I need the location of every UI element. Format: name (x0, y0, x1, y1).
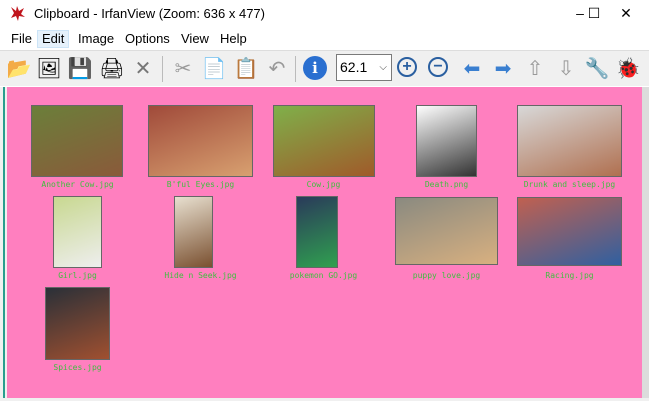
thumbnail-label[interactable]: puppy love.jpg (385, 271, 508, 280)
cut-icon[interactable]: ✂ (170, 55, 196, 81)
thumbnail-image[interactable] (273, 105, 375, 177)
thumbnail-image[interactable] (296, 196, 338, 268)
menu-options[interactable]: Options (121, 30, 174, 48)
thumbnail-image[interactable] (416, 105, 477, 177)
save-icon[interactable]: 💾 (67, 55, 93, 81)
zoom-level-value: 62.1 (340, 59, 368, 75)
zoom-level-select[interactable]: 62.1 ⌵ (336, 54, 392, 81)
window-title: Clipboard - IrfanView (Zoom: 636 x 477) (34, 6, 265, 21)
irfanview-about-icon[interactable]: 🐞 (615, 55, 641, 81)
previous-image-icon[interactable]: ⬅ (459, 55, 485, 81)
thumbnail-label[interactable]: Hide n Seek.jpg (139, 271, 262, 280)
thumbnail-image[interactable] (517, 105, 622, 177)
move-down-icon[interactable]: ⇩ (553, 55, 579, 81)
info-icon[interactable]: i (303, 56, 327, 80)
irfanview-app-icon (11, 6, 25, 21)
vertical-scrollbar[interactable] (642, 87, 649, 401)
thumbnail-label[interactable]: Cow.jpg (262, 180, 385, 189)
thumbnail-image[interactable] (517, 197, 622, 266)
thumbnail-image[interactable] (174, 196, 213, 268)
chevron-down-icon: ⌵ (379, 62, 387, 73)
thumbnail-image[interactable] (148, 105, 253, 177)
move-up-icon[interactable]: ⇧ (522, 55, 548, 81)
thumbnail-image[interactable] (395, 197, 498, 265)
delete-icon[interactable]: ✕ (130, 55, 156, 81)
thumbnail-image[interactable] (45, 287, 110, 360)
menu-edit[interactable]: Edit (37, 30, 70, 48)
toolbar: 📂 🖼 💾 🖨 ✕ ✂ 📄 📋 ↶ i 62.1 ⌵ + − ⬅ ➡ ⇧ ⇩ 🔧 … (0, 50, 649, 86)
print-icon[interactable]: 🖨 (99, 55, 125, 81)
menu-file[interactable]: File (7, 30, 36, 48)
menu-bar: File Edit Image Options View Help (0, 29, 649, 49)
undo-icon[interactable]: ↶ (264, 55, 290, 81)
toolbar-separator (162, 56, 163, 82)
thumbnail-image[interactable] (53, 196, 102, 268)
thumbnail-label[interactable]: B'ful Eyes.jpg (139, 180, 262, 189)
thumbnail-label[interactable]: pokemon GO.jpg (262, 271, 385, 280)
zoom-out-icon[interactable]: − (428, 57, 448, 77)
slideshow-icon[interactable]: 🖼 (36, 55, 62, 81)
menu-view[interactable]: View (177, 30, 213, 48)
open-folder-icon[interactable]: 📂 (6, 55, 32, 81)
thumbnail-label[interactable]: Racing.jpg (508, 271, 631, 280)
toolbar-separator (295, 56, 296, 82)
thumbnail-label[interactable]: Drunk and sleep.jpg (508, 180, 631, 189)
window-left-border (0, 87, 7, 401)
title-bar: Clipboard - IrfanView (Zoom: 636 x 477) … (0, 0, 649, 28)
thumbnail-image[interactable] (31, 105, 123, 177)
paste-icon[interactable]: 📋 (233, 55, 259, 81)
menu-help[interactable]: Help (216, 30, 251, 48)
next-image-icon[interactable]: ➡ (490, 55, 516, 81)
settings-tools-icon[interactable]: 🔧 (584, 55, 610, 81)
thumbnail-label[interactable]: Girl.jpg (16, 271, 139, 280)
thumbnail-label[interactable]: Spices.jpg (16, 363, 139, 372)
thumbnail-label[interactable]: Death.png (385, 180, 508, 189)
copy-icon[interactable]: 📄 (201, 55, 227, 81)
close-button[interactable]: ✕ (603, 0, 649, 28)
menu-image[interactable]: Image (74, 30, 118, 48)
thumbnail-label[interactable]: Another Cow.jpg (16, 180, 139, 189)
zoom-in-icon[interactable]: + (397, 57, 417, 77)
